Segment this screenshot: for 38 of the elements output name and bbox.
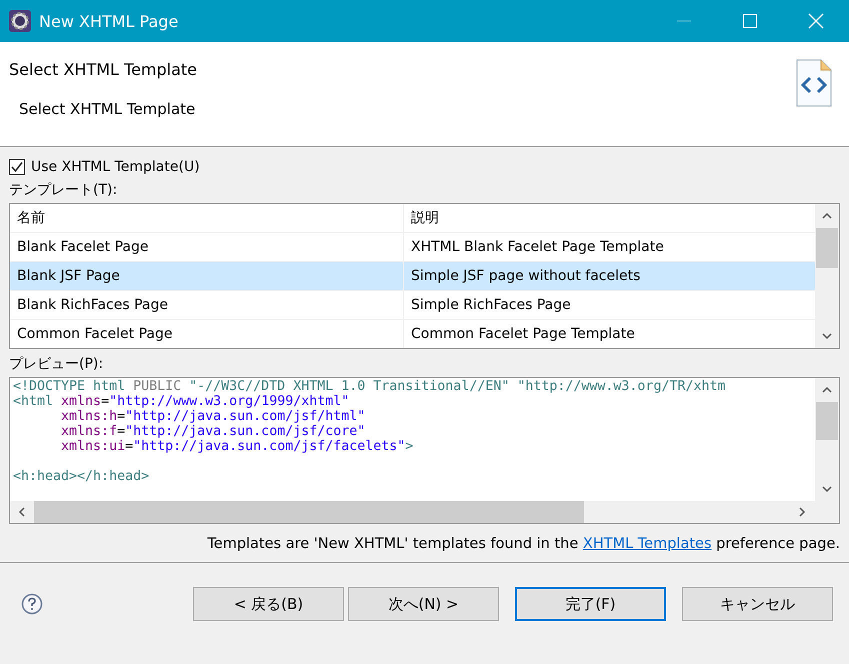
- checkbox[interactable]: [9, 159, 25, 175]
- page-description: Select XHTML Template: [19, 100, 196, 118]
- code-line: xmlns:ui="http://java.sun.com/jsf/facelets">: [60, 439, 414, 454]
- help-icon[interactable]: [21, 593, 43, 615]
- table-cell-text: XHTML Blank Facelet Page Template: [410, 238, 665, 257]
- table-cell: Common Facelet Page: [10, 320, 404, 348]
- table-cell: Blank Facelet Page: [10, 233, 404, 261]
- dialog-button[interactable]: < 戻る(B): [193, 587, 344, 621]
- scrollbar-thumb[interactable]: [816, 402, 838, 440]
- gear-icon: [9, 10, 31, 32]
- dialog-button[interactable]: 完了(F): [515, 587, 666, 621]
- code-line: xmlns:f="http://java.sun.com/jsf/core": [60, 424, 366, 439]
- code-line: <!DOCTYPE html PUBLIC "-//W3C//DTD XHTML 1.0 Transitional//EN" "http://www.w3.org/TR/xhtm: [13, 379, 726, 394]
- column-header[interactable]: 名前: [10, 204, 404, 232]
- dialog-button[interactable]: 次へ(N) >: [348, 587, 499, 621]
- checkbox-label: Use XHTML Template(U): [31, 159, 200, 175]
- code-line: xmlns:h="http://java.sun.com/jsf/html": [60, 409, 366, 424]
- dialog-button[interactable]: キャンセル: [682, 587, 833, 621]
- info-text: Templates are 'New XHTML' templates found in the XHTML Templates preference page.: [206, 536, 840, 552]
- table-cell-text: Simple JSF page without facelets: [410, 267, 642, 286]
- table-cell-text: Common Facelet Page Template: [410, 325, 636, 344]
- close-icon[interactable]: [808, 13, 824, 29]
- window-title: New XHTML Page: [39, 12, 180, 30]
- maximize-icon[interactable]: [742, 13, 758, 29]
- code-line: <html xmlns="http://www.w3.org/1999/xhtml": [13, 394, 350, 409]
- column-header[interactable]: 説明: [404, 204, 815, 232]
- page-title: Select XHTML Template: [9, 60, 198, 79]
- preferences-link[interactable]: XHTML Templates: [582, 536, 712, 552]
- table-cell: Blank JSF Page: [10, 262, 404, 290]
- templates-label: テンプレート(T):: [9, 181, 118, 199]
- template-row[interactable]: Blank JSF Page Simple JSF page without facelets: [10, 262, 815, 291]
- template-row[interactable]: Blank RichFaces Page Simple RichFaces Page: [10, 291, 815, 320]
- code-line: <h:head></h:head>: [13, 469, 150, 484]
- scrollbar-thumb[interactable]: [816, 228, 838, 268]
- scrollbar-thumb[interactable]: [34, 501, 584, 523]
- table-cell-text: Simple RichFaces Page: [410, 296, 572, 315]
- preview-label: プレビュー(P):: [9, 355, 104, 373]
- table-cell: Blank RichFaces Page: [10, 291, 404, 319]
